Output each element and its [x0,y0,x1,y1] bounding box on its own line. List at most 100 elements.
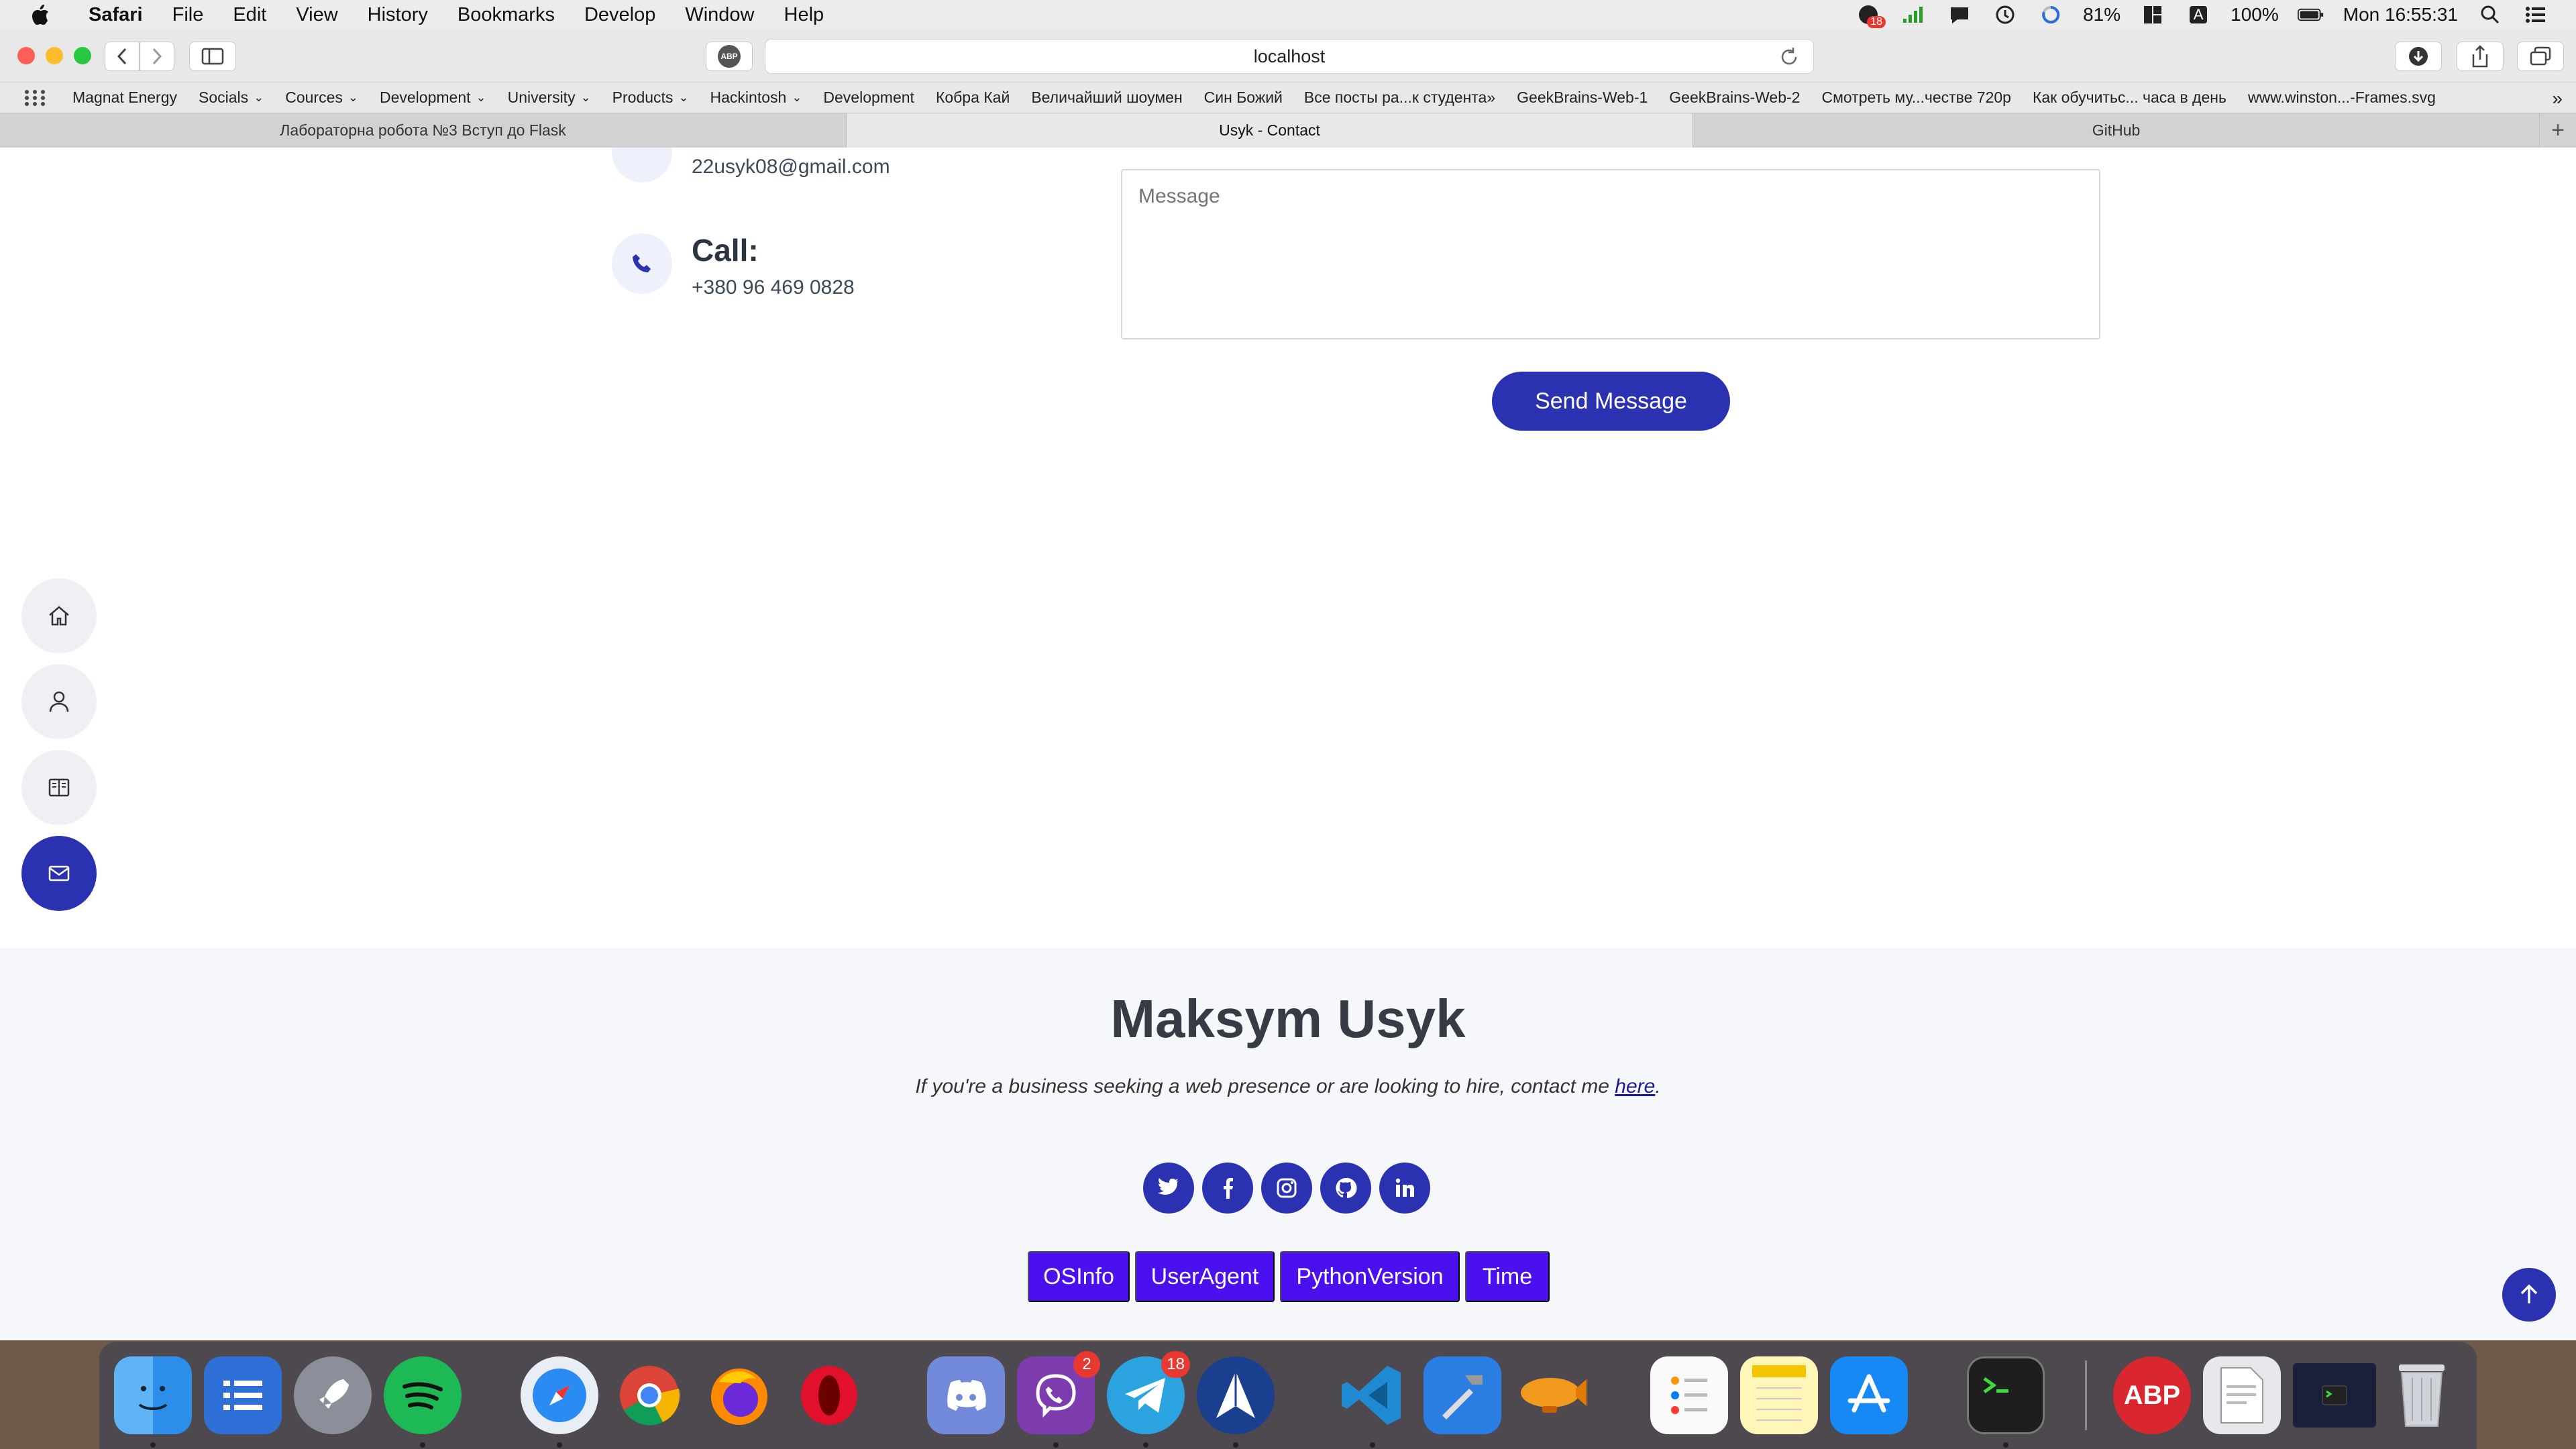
dock-discord[interactable] [927,1356,1005,1434]
input-source-icon[interactable]: A [2185,4,2212,25]
zoom-window-button[interactable] [74,47,91,64]
spotlight-search-icon[interactable] [2477,4,2504,25]
dock-pdf-document[interactable] [2203,1356,2281,1434]
dock-chrome[interactable] [610,1356,688,1434]
dock-firefox[interactable] [700,1356,778,1434]
bookmark-label: Magnat Energy [72,89,177,106]
nav-home-button[interactable] [21,578,97,653]
hire-link[interactable]: here [1615,1075,1655,1097]
bookmark-item[interactable]: Величайший шоумен [1020,89,1193,107]
bookmark-item[interactable]: Magnat Energy [62,89,188,107]
notification-center-icon[interactable] [2522,4,2549,25]
grid-icon[interactable] [21,88,48,108]
bookmark-item[interactable]: Как обучитьс... часа в день [2022,89,2237,107]
bookmark-folder[interactable]: Development ⌄ [369,89,497,107]
menu-view[interactable]: View [281,0,352,30]
tab-overview-button[interactable] [2517,42,2564,71]
dock-safari[interactable] [521,1356,598,1434]
menu-help[interactable]: Help [769,0,839,30]
dock-trash[interactable] [2383,1356,2461,1434]
dock-window-preview[interactable] [2293,1363,2376,1428]
osinfo-button[interactable]: OSInfo [1028,1251,1130,1302]
new-tab-button[interactable]: + [2540,113,2576,148]
menu-develop[interactable]: Develop [570,0,670,30]
dock-files-app[interactable] [204,1356,282,1434]
time-machine-icon[interactable] [1992,4,2019,25]
dock-reminders[interactable] [1650,1356,1728,1434]
dock-opera[interactable] [790,1356,868,1434]
reload-icon[interactable] [1778,46,1800,68]
close-window-button[interactable] [17,47,35,64]
back-to-top-button[interactable] [2502,1268,2556,1322]
bookmark-folder[interactable]: Cources ⌄ [274,89,369,107]
minimize-window-button[interactable] [46,47,63,64]
share-button[interactable] [2457,42,2504,71]
bookmark-folder[interactable]: Socials ⌄ [188,89,274,107]
time-button[interactable]: Time [1465,1251,1550,1302]
bookmark-item[interactable]: Кобра Кай [925,89,1020,107]
twitter-link[interactable] [1143,1163,1194,1214]
bookmark-item[interactable]: Син Божий [1193,89,1293,107]
battery-ring-icon[interactable] [2037,4,2064,25]
signal-icon[interactable] [1900,4,1927,25]
bookmark-item[interactable]: GeekBrains-Web-2 [1658,89,1811,107]
menu-file[interactable]: File [158,0,219,30]
forward-button[interactable] [140,42,174,71]
window-layout-icon[interactable] [2139,4,2166,25]
menu-app-name[interactable]: Safari [74,0,158,30]
linkedin-link[interactable] [1379,1163,1430,1214]
send-message-button[interactable]: Send Message [1492,372,1730,431]
bookmark-label: Cources [285,89,343,106]
menu-clock[interactable]: Mon 16:55:31 [2343,4,2458,25]
bookmarks-overflow-button[interactable]: » [2552,88,2563,109]
phone-number[interactable]: +380 96 469 0828 [692,276,855,299]
nav-resume-button[interactable] [21,750,97,825]
dock-telegram[interactable]: 18 [1107,1351,1190,1434]
adblock-extension-button[interactable]: ABP [706,42,753,71]
bookmark-item[interactable]: Смотреть му...честве 720p [1811,89,2022,107]
chat-tray-icon[interactable] [1946,4,1973,25]
bookmark-item[interactable]: GeekBrains-Web-1 [1506,89,1658,107]
bookmark-folder[interactable]: University ⌄ [497,89,602,107]
message-textarea[interactable] [1121,169,2100,339]
downloads-button[interactable] [2395,42,2442,71]
battery-icon[interactable] [2297,4,2324,25]
facebook-link[interactable] [1202,1163,1253,1214]
menu-window[interactable]: Window [670,0,769,30]
nav-about-button[interactable] [21,664,97,739]
menu-edit[interactable]: Edit [218,0,281,30]
bookmark-item[interactable]: www.winston...-Frames.svg [2237,89,2447,107]
nav-contact-button[interactable] [21,836,97,911]
bookmark-item[interactable]: Все посты ра...к студента» [1293,89,1506,107]
useragent-button[interactable]: UserAgent [1135,1251,1275,1302]
tab-usyk-contact[interactable]: Usyk - Contact [847,113,1693,148]
bookmark-folder[interactable]: Products ⌄ [602,89,700,107]
dock-transmit[interactable] [1513,1356,1591,1434]
dock-vscode[interactable] [1334,1356,1411,1434]
dock-spark[interactable] [1197,1356,1275,1434]
menu-history[interactable]: History [353,0,443,30]
apple-icon[interactable] [27,1,54,28]
github-link[interactable] [1320,1163,1371,1214]
dock-launchpad[interactable] [294,1356,372,1434]
tab-github[interactable]: GitHub [1693,113,2540,148]
bookmark-item[interactable]: Development [812,89,925,107]
address-bar[interactable]: localhost [765,39,1814,74]
dock-adblock-plus[interactable]: ABP [2113,1356,2191,1434]
dock-notes[interactable] [1740,1356,1818,1434]
mail-tray-icon[interactable]: 18 [1855,4,1886,28]
menu-bookmarks[interactable]: Bookmarks [443,0,570,30]
dock-app-store[interactable] [1830,1356,1908,1434]
dock-finder[interactable] [114,1356,192,1434]
dock-terminal[interactable] [1967,1356,2045,1434]
back-button[interactable] [105,42,140,71]
tab-flask-lab[interactable]: Лабораторна робота №3 Вступ до Flask [0,113,847,148]
dock-spotify[interactable] [384,1356,462,1434]
instagram-link[interactable] [1261,1163,1312,1214]
sidebar-toggle-button[interactable] [189,42,236,71]
pythonversion-button[interactable]: PythonVersion [1280,1251,1460,1302]
email-link[interactable]: 22usyk08@gmail.com [692,156,890,178]
dock-xcode[interactable] [1424,1356,1501,1434]
bookmark-folder[interactable]: Hackintosh ⌄ [700,89,813,107]
dock-viber[interactable]: 2 [1017,1351,1100,1434]
